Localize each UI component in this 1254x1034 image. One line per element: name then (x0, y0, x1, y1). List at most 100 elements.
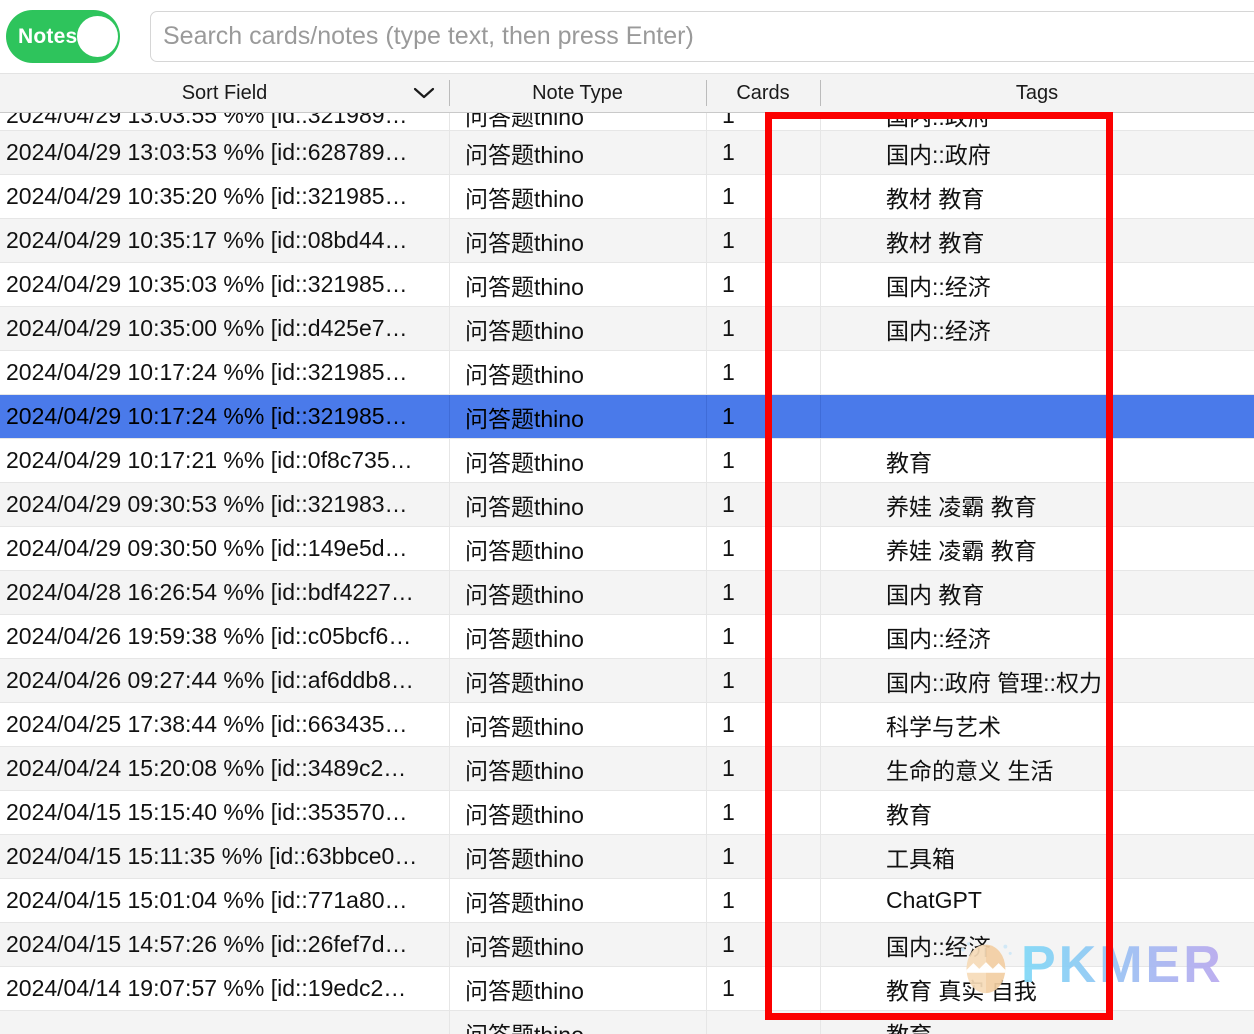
table-row[interactable]: 2024/04/29 09:30:53 %% [id::321983… 问答题th… (0, 483, 1254, 527)
toggle-knob-icon (77, 16, 119, 57)
table-row[interactable]: 2024/04/29 13:03:53 %% [id::628789… 问答题th… (0, 131, 1254, 175)
column-header-sort-field[interactable]: Sort Field (0, 74, 449, 112)
cell-note-type: 问答题thino (449, 967, 706, 1010)
cell-note-type: 问答题thino (449, 703, 706, 746)
cell-sort-field: 2024/04/15 15:11:35 %% [id::63bbce0… (6, 843, 418, 869)
cell-note-type: 问答题thino (449, 175, 706, 218)
cell-cards: 1 (706, 439, 820, 482)
cell-note-type: 问答题thino (449, 659, 706, 702)
column-header-note-type[interactable]: Note Type (449, 74, 706, 112)
cell-tags: 国内::经济 (820, 615, 1254, 658)
cell-sort-field: 2024/04/29 10:35:00 %% [id::d425e7… (6, 315, 408, 341)
search-box[interactable] (150, 11, 1254, 62)
cell-tags: 教育 (820, 1011, 1254, 1034)
cell-note-type: 问答题thino (449, 113, 706, 130)
table-row[interactable]: 2024/04/29 13:03:55 %% [id::321989… 问答题th… (0, 113, 1254, 131)
cell-sort-field: 2024/04/15 15:01:04 %% [id::771a80… (6, 887, 408, 913)
cell-sort-field (0, 1011, 449, 1034)
table-row[interactable]: 问答题thino 教育 (0, 1011, 1254, 1034)
cell-note-type: 问答题thino (449, 527, 706, 570)
cell-sort-field: 2024/04/29 09:30:53 %% [id::321983… (6, 491, 408, 517)
table-row[interactable]: 2024/04/15 15:15:40 %% [id::353570… 问答题th… (0, 791, 1254, 835)
column-header-tags[interactable]: Tags (820, 74, 1254, 112)
cell-tags: 养娃 凌霸 教育 (820, 483, 1254, 526)
cell-note-type: 问答题thino (449, 835, 706, 878)
cell-tags: ChatGPT (820, 879, 1254, 922)
cell-tags: 科学与艺术 (820, 703, 1254, 746)
table-row[interactable]: 2024/04/29 10:35:00 %% [id::d425e7… 问答题th… (0, 307, 1254, 351)
notes-cards-toggle[interactable]: Notes (6, 10, 120, 63)
table-row[interactable]: 2024/04/26 19:59:38 %% [id::c05bcf6… 问答题t… (0, 615, 1254, 659)
cell-note-type: 问答题thino (449, 351, 706, 394)
column-header-tags-label: Tags (1015, 81, 1059, 104)
cell-sort-field: 2024/04/29 10:35:20 %% [id::321985… (6, 183, 408, 209)
cell-cards: 1 (706, 175, 820, 218)
cell-cards: 1 (706, 967, 820, 1010)
table-row[interactable]: 2024/04/29 10:17:24 %% [id::321985… 问答题th… (0, 351, 1254, 395)
cell-tags: 教材 教育 (820, 219, 1254, 262)
cell-note-type: 问答题thino (449, 395, 706, 438)
cell-tags: 工具箱 (820, 835, 1254, 878)
cell-sort-field: 2024/04/29 10:17:21 %% [id::0f8c735… (6, 447, 413, 473)
column-header-cards-label: Cards (736, 81, 790, 104)
cell-cards: 1 (706, 879, 820, 922)
table-row[interactable]: 2024/04/24 15:20:08 %% [id::3489c2… 问答题th… (0, 747, 1254, 791)
cell-tags: 国内::经济 (820, 923, 1254, 966)
cell-sort-field: 2024/04/14 19:07:57 %% [id::19edc2… (6, 975, 407, 1001)
table-row[interactable]: 2024/04/25 17:38:44 %% [id::663435… 问答题th… (0, 703, 1254, 747)
table-row[interactable]: 2024/04/29 10:35:03 %% [id::321985… 问答题th… (0, 263, 1254, 307)
cell-note-type: 问答题thino (449, 791, 706, 834)
cell-cards: 1 (706, 263, 820, 306)
table-row[interactable]: 2024/04/29 10:17:21 %% [id::0f8c735… 问答题t… (0, 439, 1254, 483)
cell-tags: 生命的意义 生活 (820, 747, 1254, 790)
cell-note-type: 问答题thino (449, 131, 706, 174)
column-header-cards[interactable]: Cards (706, 74, 820, 112)
cell-cards: 1 (706, 747, 820, 790)
table-row[interactable]: 2024/04/29 10:35:20 %% [id::321985… 问答题th… (0, 175, 1254, 219)
cell-tags: 国内::政府 (820, 113, 1254, 130)
cell-sort-field: 2024/04/29 10:17:24 %% [id::321985… (6, 359, 408, 385)
table-row[interactable]: 2024/04/29 09:30:50 %% [id::149e5d… 问答题th… (0, 527, 1254, 571)
cell-sort-field: 2024/04/25 17:38:44 %% [id::663435… (6, 711, 408, 737)
column-header-sort-field-label: Sort Field (181, 81, 268, 104)
browser-toolbar: Notes (0, 0, 1254, 74)
cell-sort-field: 2024/04/15 15:15:40 %% [id::353570… (6, 799, 408, 825)
table-row[interactable]: 2024/04/14 19:07:57 %% [id::19edc2… 问答题th… (0, 967, 1254, 1011)
table-row[interactable]: 2024/04/15 14:57:26 %% [id::26fef7d… 问答题t… (0, 923, 1254, 967)
cell-tags: 国内::经济 (820, 307, 1254, 350)
cell-tags: 教材 教育 (820, 175, 1254, 218)
table-row[interactable]: 2024/04/28 16:26:54 %% [id::bdf4227… 问答题t… (0, 571, 1254, 615)
cell-cards: 1 (706, 835, 820, 878)
cell-cards: 1 (706, 571, 820, 614)
cell-cards: 1 (706, 219, 820, 262)
cell-cards: 1 (706, 351, 820, 394)
cell-note-type: 问答题thino (449, 307, 706, 350)
table-row[interactable]: 2024/04/29 10:17:24 %% [id::321985… 问答题th… (0, 395, 1254, 439)
table-row[interactable]: 2024/04/15 15:11:35 %% [id::63bbce0… 问答题t… (0, 835, 1254, 879)
cell-sort-field: 2024/04/28 16:26:54 %% [id::bdf4227… (6, 579, 414, 605)
table-row[interactable]: 2024/04/26 09:27:44 %% [id::af6ddb8… 问答题t… (0, 659, 1254, 703)
cell-cards: 1 (706, 527, 820, 570)
cell-note-type: 问答题thino (449, 483, 706, 526)
table-row[interactable]: 2024/04/29 10:35:17 %% [id::08bd44… 问答题th… (0, 219, 1254, 263)
cell-cards: 1 (706, 395, 820, 438)
cell-cards: 1 (706, 659, 820, 702)
cell-note-type: 问答题thino (449, 923, 706, 966)
cell-sort-field: 2024/04/29 10:35:17 %% [id::08bd44… (6, 227, 408, 253)
notes-table[interactable]: 2024/04/29 13:03:55 %% [id::321989… 问答题th… (0, 113, 1254, 1034)
cell-cards: 1 (706, 923, 820, 966)
cell-sort-field: 2024/04/26 19:59:38 %% [id::c05bcf6… (6, 623, 412, 649)
cell-note-type: 问答题thino (449, 263, 706, 306)
chevron-down-icon[interactable] (413, 86, 435, 100)
cell-tags: 教育 真实 自我 (820, 967, 1254, 1010)
cell-note-type: 问答题thino (449, 879, 706, 922)
cell-tags: 国内::政府 (820, 131, 1254, 174)
cell-note-type: 问答题thino (449, 747, 706, 790)
cell-tags: 国内 教育 (820, 571, 1254, 614)
cell-tags (820, 395, 1254, 438)
search-input[interactable] (150, 11, 1254, 62)
cell-cards: 1 (706, 703, 820, 746)
table-row[interactable]: 2024/04/15 15:01:04 %% [id::771a80… 问答题th… (0, 879, 1254, 923)
cell-cards: 1 (706, 113, 820, 130)
cell-tags: 教育 (820, 791, 1254, 834)
